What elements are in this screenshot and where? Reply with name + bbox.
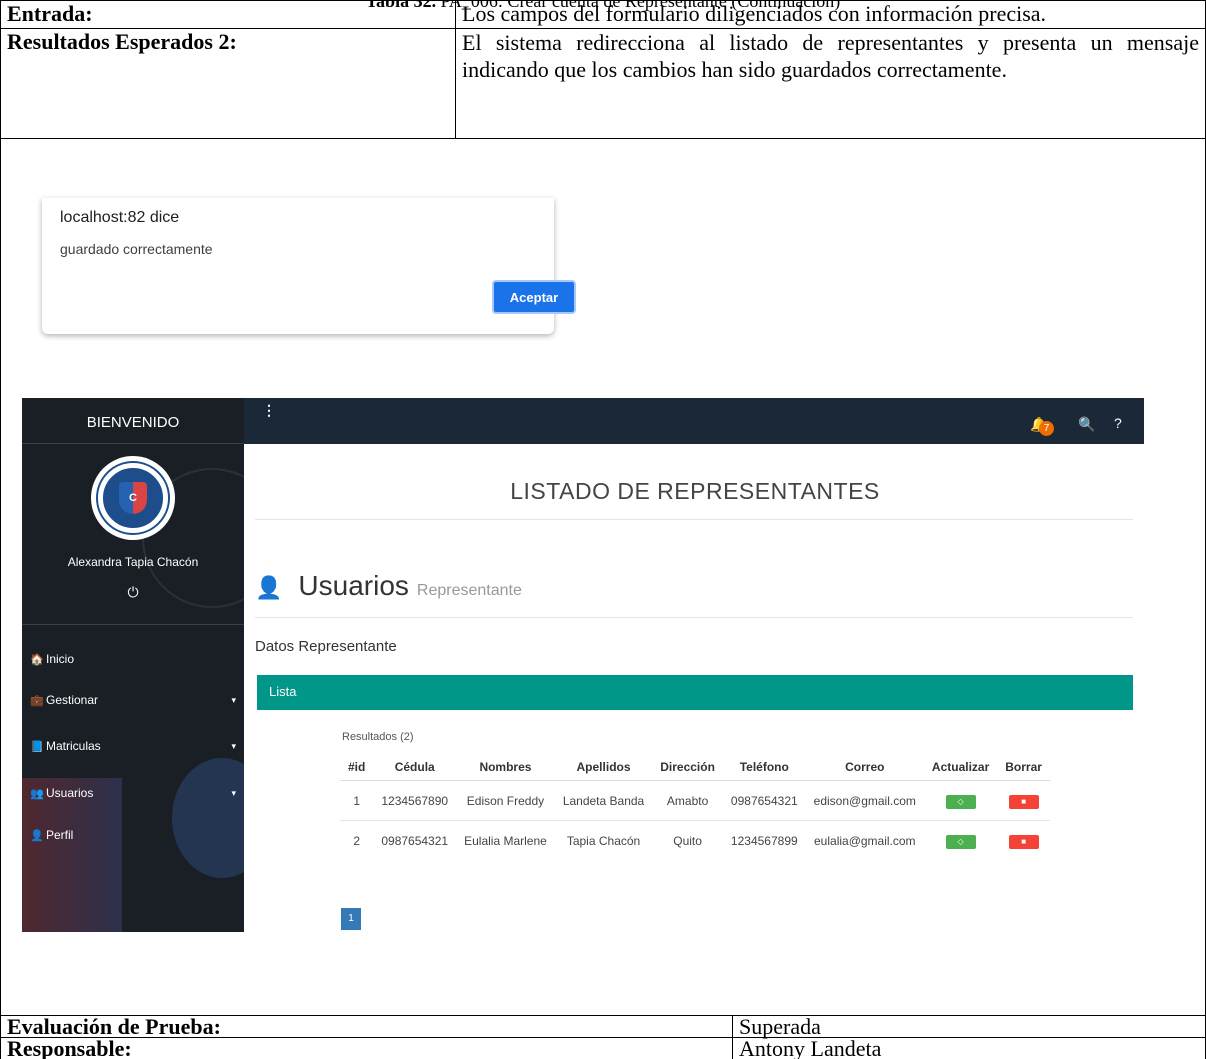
accept-button[interactable]: Aceptar (492, 280, 576, 314)
notification-badge: 7 (1039, 421, 1054, 436)
menu-icon[interactable]: ⋮ (262, 402, 277, 419)
sidebar-item-label: Matriculas (46, 739, 101, 753)
dialog-message: guardado correctamente (60, 241, 213, 257)
sidebar-divider (22, 624, 244, 625)
cell-correo: eulalia@gmail.com (814, 833, 916, 848)
test-table-top: Entrada: Los campos del formulario dilig… (0, 0, 1206, 139)
book-icon: 📘 (30, 740, 44, 753)
table-caption: Tabla 32. PA_006: Crear cuenta de Repres… (0, 0, 1206, 12)
cell-telefono: 0987654321 (722, 780, 806, 821)
sidebar-item-matriculas[interactable]: 📘 Matriculas ▾ (30, 739, 236, 753)
cell-telefono: 1234567899 (730, 833, 798, 848)
pagination-page[interactable]: 1 (341, 908, 361, 930)
divider (255, 519, 1133, 520)
delete-button[interactable]: ■ (1008, 834, 1039, 849)
caption-text: PA_006: Crear cuenta de Representante (C… (436, 0, 841, 11)
evaluacion-value: Superada (732, 1015, 1206, 1038)
column-header: Apellidos (554, 754, 653, 781)
school-logo: C (91, 456, 175, 540)
caption-number: Tabla 32. (365, 0, 437, 11)
sidebar-item-label: Gestionar (46, 693, 99, 707)
cell-nombres: Eulalia Marlene (464, 833, 547, 848)
user-icon: 👤 (255, 575, 283, 600)
users-icon: 👥 (30, 787, 44, 800)
chevron-down-icon: ▾ (231, 694, 236, 705)
column-header: Cédula (373, 754, 457, 781)
section-title: Usuarios (298, 570, 409, 601)
sidebar-decoration (22, 778, 122, 932)
representantes-table: #id Cédula Nombres Apellidos Dirección T… (340, 754, 1050, 861)
section-subtitle: Representante (416, 582, 522, 599)
responsable-label: Responsable: (0, 1037, 733, 1059)
cell-correo: edison@gmail.com (805, 780, 924, 821)
resultados-label: Resultados Esperados 2: (0, 28, 456, 139)
column-header: Nombres (456, 754, 555, 781)
sidebar-item-label: Inicio (46, 652, 75, 666)
dialog-host: localhost:82 dice (60, 209, 180, 226)
column-header: Correo (805, 754, 924, 781)
home-icon: 🏠 (30, 653, 44, 666)
table-row: 1 1234567890 Edison Freddy Landeta Banda… (340, 780, 1050, 821)
briefcase-icon: 💼 (30, 694, 44, 707)
column-header: #id (340, 754, 374, 781)
sidebar: BIENVENIDO C Alexandra Tapia Chacón ⏻ 🏠 … (22, 398, 244, 932)
alert-dialog: localhost:82 dice guardado correctamente… (42, 198, 576, 334)
sidebar-decoration (172, 758, 244, 878)
cell-nombres: Edison Freddy (456, 780, 555, 821)
sidebar-item-label: Perfil (46, 828, 74, 842)
page-title: LISTADO DE REPRESENTANTES (510, 478, 880, 504)
top-navbar: ⋮ 🔔 7 🔍 ? (244, 398, 1144, 444)
update-button[interactable]: ◇ (945, 794, 976, 809)
responsable-value: Antony Landeta (732, 1037, 1206, 1059)
shield-icon: C (119, 482, 147, 514)
table-row: 2 0987654321 Eulalia Marlene Tapia Chacó… (340, 821, 1050, 861)
user-icon: 👤 (30, 829, 44, 842)
chevron-down-icon: ▾ (231, 740, 236, 751)
test-table-bottom: Evaluación de Prueba: Superada Responsab… (0, 1015, 1206, 1059)
column-header: Dirección (652, 754, 723, 781)
lista-panel-header: Lista (257, 675, 1133, 710)
cell-direccion: Quito (673, 833, 702, 848)
cell-id: 1 (340, 780, 374, 821)
section-header: 👤 Usuarios Representante (255, 570, 522, 602)
sidebar-item-inicio[interactable]: 🏠 Inicio (30, 652, 236, 666)
power-icon[interactable]: ⏻ (22, 584, 244, 601)
sidebar-item-label: Usuarios (46, 786, 94, 800)
evaluacion-label: Evaluación de Prueba: (0, 1015, 733, 1038)
results-count: Resultados (2) (342, 731, 414, 743)
divider (255, 617, 1133, 618)
cell-direccion: Amabto (652, 780, 723, 821)
column-header: Borrar (997, 754, 1050, 781)
update-button[interactable]: ◇ (945, 834, 976, 849)
sidebar-item-usuarios[interactable]: 👥 Usuarios ▾ (30, 786, 236, 800)
app-screenshot: BIENVENIDO C Alexandra Tapia Chacón ⏻ 🏠 … (22, 398, 1144, 932)
datos-label: Datos Representante (255, 638, 397, 655)
column-header: Actualizar (923, 754, 998, 781)
cell-cedula: 0987654321 (381, 833, 449, 848)
sidebar-item-perfil[interactable]: 👤 Perfil (30, 828, 236, 842)
cell-cedula: 1234567890 (373, 780, 457, 821)
cell-apellidos: Tapia Chacón (566, 833, 641, 848)
delete-button[interactable]: ■ (1008, 794, 1039, 809)
cell-id: 2 (353, 833, 361, 848)
help-icon[interactable]: ? (1114, 415, 1122, 431)
user-name: Alexandra Tapia Chacón (67, 555, 199, 569)
welcome-label: BIENVENIDO (22, 398, 244, 444)
column-header: Teléfono (722, 754, 806, 781)
resultados-value: El sistema redirecciona al listado de re… (455, 28, 1206, 139)
sidebar-item-gestionar[interactable]: 💼 Gestionar ▾ (30, 693, 236, 707)
search-icon[interactable]: 🔍 (1078, 416, 1095, 433)
table-header-row: #id Cédula Nombres Apellidos Dirección T… (340, 754, 1050, 781)
chevron-down-icon: ▾ (231, 787, 236, 798)
cell-apellidos: Landeta Banda (554, 780, 653, 821)
